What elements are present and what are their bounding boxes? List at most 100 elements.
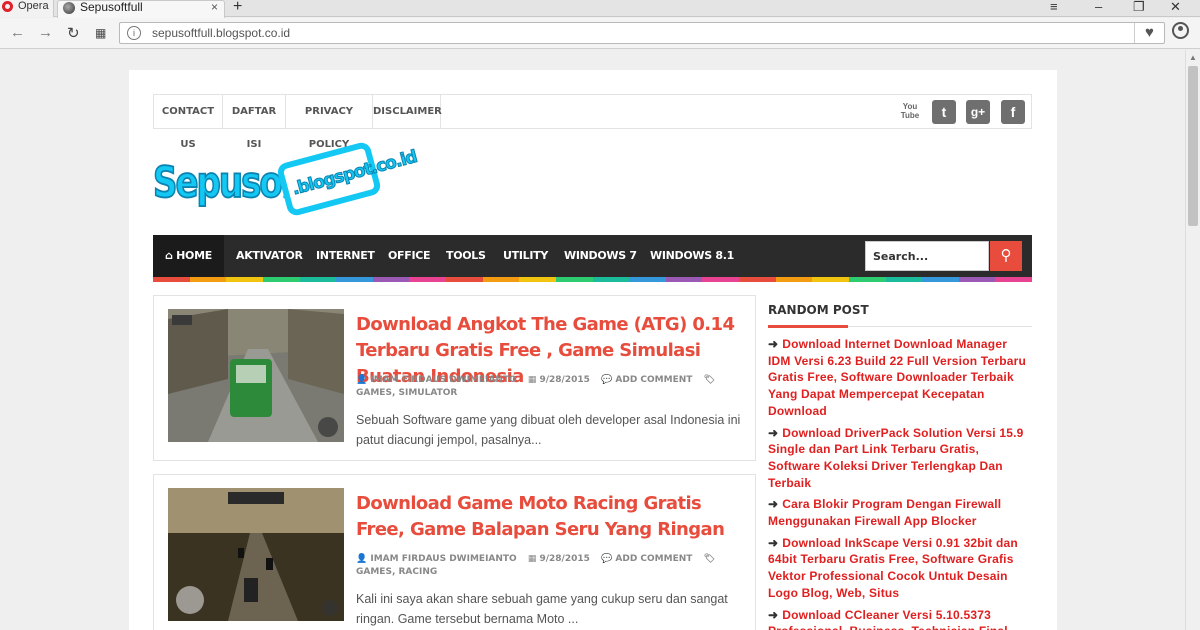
rainbow-segment <box>153 277 190 282</box>
browser-toolbar: ← → ↻ ▦ i sepusoftfull.blogspot.co.id ♥ <box>0 18 1200 49</box>
logo-badge: .blogspot.co.id <box>275 140 419 218</box>
calendar-icon: ▦ <box>527 554 540 564</box>
search-input[interactable] <box>866 242 988 270</box>
site-logo[interactable]: Sepusoftfull .blogspot.co.id <box>152 140 419 226</box>
random-post-link[interactable]: Cara Blokir Program Dengan Firewall Meng… <box>768 497 1001 528</box>
post-date-text: 9/28/2015 <box>539 375 590 385</box>
arrow-right-icon: ➜ <box>768 425 779 440</box>
new-tab-button[interactable]: + <box>233 0 242 16</box>
random-post-item[interactable]: ➜ Download DriverPack Solution Versi 15.9… <box>768 425 1032 492</box>
random-post-item[interactable]: ➜ Cara Blokir Program Dengan Firewall Men… <box>768 496 1032 529</box>
twitter-icon[interactable]: t <box>932 100 956 124</box>
google-plus-icon[interactable]: g+ <box>966 100 990 124</box>
arrow-right-icon: ➜ <box>768 497 779 512</box>
close-window-icon[interactable]: ✕ <box>1170 0 1181 15</box>
random-post-link[interactable]: Download Internet Download Manager IDM V… <box>768 337 1026 418</box>
opera-menu-label: Opera <box>18 0 49 12</box>
address-bar[interactable]: i sepusoftfull.blogspot.co.id ♥ <box>119 22 1165 44</box>
speed-dial-icon[interactable]: ▦ <box>95 26 106 40</box>
sidebar: RANDOM POST ➜ Download Internet Download … <box>768 300 1032 630</box>
post-date: ▦ 9/28/2015 <box>528 375 590 385</box>
random-post-item[interactable]: ➜ Download InkScape Versi 0.91 32bit dan … <box>768 535 1032 602</box>
top-link-disclaimer[interactable]: DISCLAIMER <box>373 95 442 128</box>
url-text[interactable]: sepusoftfull.blogspot.co.id <box>152 26 290 40</box>
random-post-link[interactable]: Download InkScape Versi 0.91 32bit dan 6… <box>768 536 1018 600</box>
facebook-icon[interactable]: f <box>1001 100 1025 124</box>
nav-item-aktivator[interactable]: AKTIVATOR <box>236 235 303 277</box>
tab-close-icon[interactable]: × <box>211 1 218 14</box>
bookmark-heart-icon[interactable]: ♥ <box>1134 23 1164 43</box>
nav-item-home[interactable]: ⌂ HOME <box>153 235 224 277</box>
minimize-icon[interactable]: – <box>1095 0 1102 14</box>
post-author[interactable]: 👤 IMAM FIRDAUS DWIMEIANTO <box>356 554 517 564</box>
rainbow-segment <box>299 277 337 282</box>
back-icon[interactable]: ← <box>10 24 25 41</box>
scroll-up-icon[interactable]: ▲ <box>1189 53 1197 62</box>
nav-item-home-label: HOME <box>176 249 212 262</box>
tab-menu-icon[interactable]: ≡ <box>1050 0 1058 14</box>
nav-item-windows-8-1[interactable]: WINDOWS 8.1 <box>650 235 734 277</box>
random-post-item[interactable]: ➜Download CCleaner Versi 5.10.5373 Profe… <box>768 607 1032 630</box>
rainbow-segment <box>922 277 959 282</box>
forward-icon[interactable]: → <box>38 24 53 41</box>
site-info-icon[interactable]: i <box>127 26 141 40</box>
random-post-link[interactable]: Download DriverPack Solution Versi 15.9 … <box>768 426 1023 490</box>
random-post-list: ➜ Download Internet Download Manager IDM … <box>768 336 1032 630</box>
rainbow-segment <box>702 277 739 282</box>
rainbow-segment <box>739 277 776 282</box>
post-thumbnail[interactable] <box>168 309 344 442</box>
post-labels-text: GAMES, RACING <box>356 567 438 577</box>
site-favicon-icon <box>63 2 75 14</box>
nav-item-utility[interactable]: UTILITY <box>503 235 548 277</box>
post-meta: 👤 IMAM FIRDAUS DWIMEIANTO ▦ 9/28/2015 💬 … <box>356 374 746 400</box>
home-icon: ⌂ <box>165 249 177 262</box>
random-post-item[interactable]: ➜ Download Internet Download Manager IDM … <box>768 336 1032 420</box>
rainbow-segment <box>336 277 373 282</box>
account-icon[interactable] <box>1172 22 1189 39</box>
rainbow-segment <box>482 277 520 282</box>
post-author[interactable]: 👤 IMAM FIRDAUS DWIMEIANTO <box>356 375 517 385</box>
opera-logo-icon <box>2 1 13 12</box>
tab-title: Sepusoftfull <box>80 0 143 14</box>
post-excerpt: Sebuah Software game yang dibuat oleh de… <box>356 413 741 447</box>
nav-rainbow-strip <box>153 277 1032 282</box>
rainbow-segment <box>995 277 1032 282</box>
top-link-privacy-policy[interactable]: PRIVACY POLICY <box>286 95 373 150</box>
opera-menu-button[interactable]: Opera <box>0 0 54 17</box>
post-comments[interactable]: 💬 ADD COMMENT <box>601 554 692 564</box>
page-scrollbar[interactable]: ▲ <box>1185 50 1200 630</box>
post-thumbnail[interactable] <box>168 488 344 621</box>
post-excerpt: Kali ini saya akan share sebuah game yan… <box>356 592 728 626</box>
tag-icon: 🏷 <box>703 375 715 385</box>
rainbow-segment <box>885 277 923 282</box>
rainbow-segment <box>409 277 446 282</box>
restore-icon[interactable]: ❐ <box>1133 0 1145 15</box>
arrow-right-icon: ➜ <box>768 607 779 622</box>
post-author-name: IMAM FIRDAUS DWIMEIANTO <box>370 554 517 564</box>
top-navigation: CONTACT US DAFTAR ISI PRIVACY POLICY DIS… <box>153 94 1032 150</box>
nav-item-office[interactable]: OFFICE <box>388 235 431 277</box>
rainbow-segment <box>262 277 300 282</box>
random-post-title: RANDOM POST <box>768 300 1032 328</box>
post-comments[interactable]: 💬 ADD COMMENT <box>601 375 692 385</box>
youtube-icon[interactable]: You Tube <box>898 100 922 124</box>
user-icon: 👤 <box>356 375 371 385</box>
rainbow-segment <box>958 277 996 282</box>
random-post-link[interactable]: Download CCleaner Versi 5.10.5373 Profes… <box>768 608 1008 630</box>
nav-item-internet[interactable]: INTERNET <box>316 235 375 277</box>
arrow-right-icon: ➜ <box>768 337 779 351</box>
nav-item-windows-7[interactable]: WINDOWS 7 <box>564 235 637 277</box>
top-link-daftar-isi[interactable]: DAFTAR ISI <box>223 95 286 150</box>
browser-tab[interactable]: Sepusoftfull × <box>57 0 225 18</box>
top-link-contact-us[interactable]: CONTACT US <box>154 95 223 150</box>
rainbow-segment <box>446 277 483 282</box>
reload-icon[interactable]: ↻ <box>67 24 80 42</box>
tag-icon: 🏷 <box>703 554 715 564</box>
nav-item-tools[interactable]: TOOLS <box>446 235 486 277</box>
scroll-thumb[interactable] <box>1188 66 1198 226</box>
rainbow-segment <box>848 277 886 282</box>
search-button[interactable]: ⚲ <box>990 241 1022 271</box>
post-card: Download Angkot The Game (ATG) 0.14 Terb… <box>153 295 756 461</box>
post-title[interactable]: Download Game Moto Racing Gratis Free, G… <box>356 491 746 543</box>
main-navigation: ⌂ HOME AKTIVATOR INTERNET OFFICE TOOLS U… <box>153 235 1032 277</box>
